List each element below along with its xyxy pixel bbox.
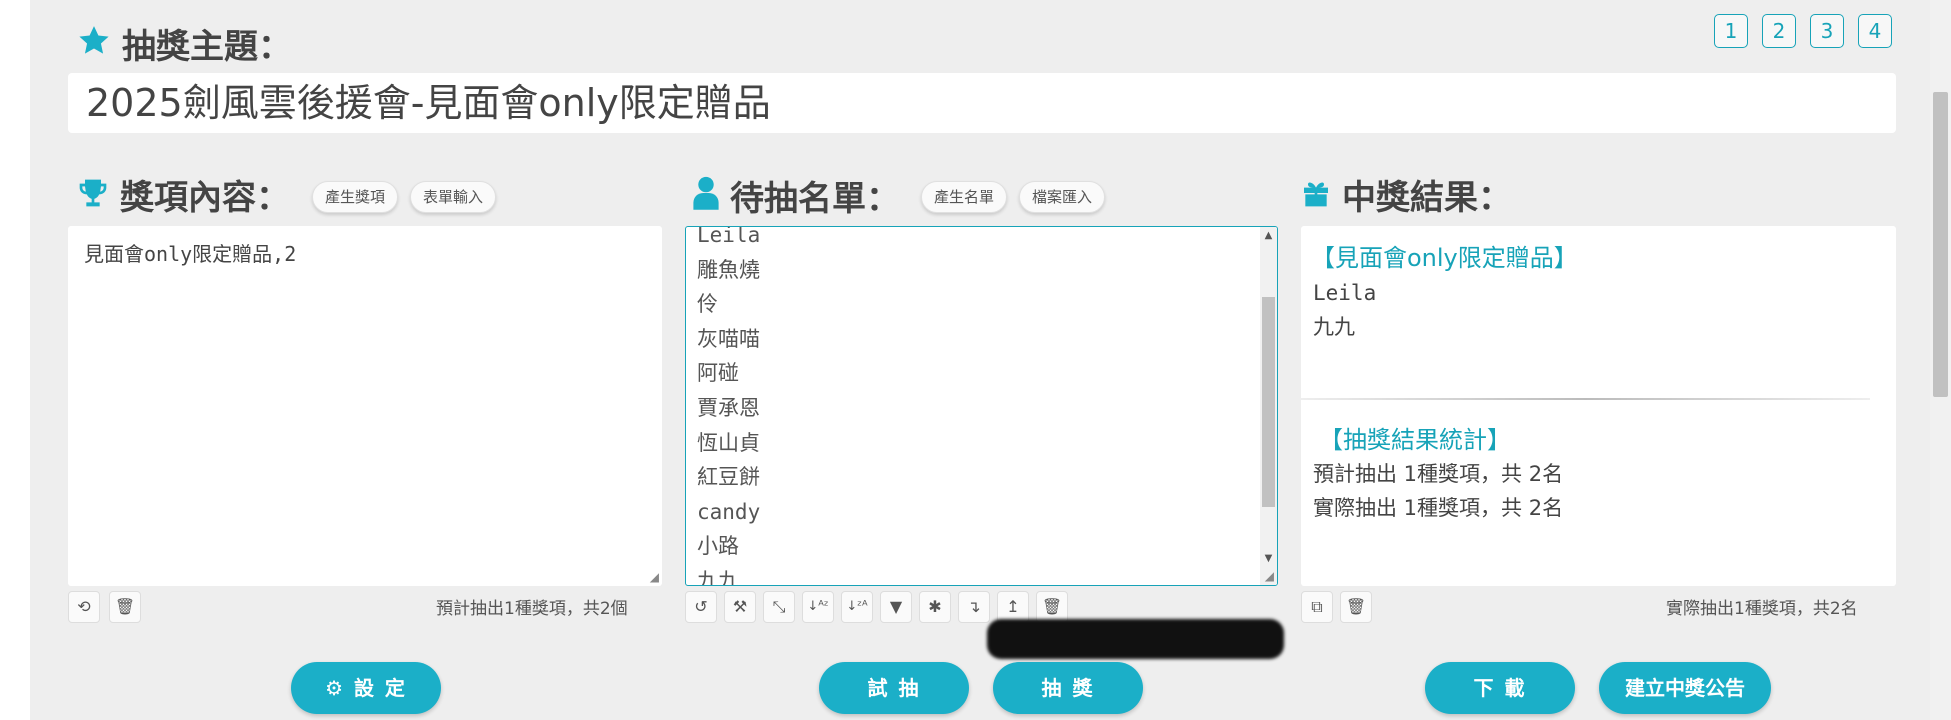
topic-heading: 抽獎主題： bbox=[122, 26, 292, 67]
gear-icon: ⚙ bbox=[325, 676, 345, 700]
list-item: 伶 bbox=[697, 292, 718, 317]
stats-actual: 實際抽出 1種獎項，共 2名 bbox=[1313, 496, 1564, 520]
prizes-heading: 獎項內容： bbox=[120, 178, 290, 218]
winner-item: Leila bbox=[1313, 281, 1377, 305]
list-item: Leila bbox=[697, 226, 761, 247]
results-heading: 中獎結果： bbox=[1342, 178, 1512, 218]
stats-expected: 預計抽出 1種獎項，共 2名 bbox=[1313, 462, 1564, 486]
names-heading-row: 待抽名單： bbox=[692, 176, 900, 221]
copy-icon[interactable]: ⧉ bbox=[1301, 591, 1333, 623]
page-button-2[interactable]: 2 bbox=[1762, 14, 1796, 48]
download-button[interactable]: 下 載 bbox=[1425, 662, 1575, 714]
arrow-down-icon[interactable]: ↴ bbox=[958, 591, 990, 623]
topic-heading-row: 抽獎主題： bbox=[76, 24, 292, 69]
list-item: 小路 bbox=[697, 534, 739, 559]
results-panel: 【見面會only限定贈品】 Leila 九九 【抽獎結果統計】 預計抽出 1種獎… bbox=[1301, 226, 1896, 586]
names-scrollbar[interactable]: ▲ ▼ bbox=[1260, 227, 1277, 585]
topic-input[interactable]: 2025劍風雲後援會-見面會only限定贈品 bbox=[68, 73, 1896, 133]
list-item: 紅豆餅 bbox=[697, 465, 760, 490]
results-summary: 實際抽出1種獎項，共2名 bbox=[1666, 599, 1858, 619]
list-item: 九九 bbox=[697, 568, 739, 586]
compress-icon[interactable]: ⤡ bbox=[763, 591, 795, 623]
page-scrollbar-thumb[interactable] bbox=[1933, 92, 1948, 397]
magic-wand-icon[interactable]: ⚒ bbox=[724, 591, 756, 623]
list-item: 賈承恩 bbox=[697, 395, 760, 420]
settings-label: 設 定 bbox=[353, 676, 407, 700]
divider bbox=[1300, 398, 1870, 400]
generate-prizes-button[interactable]: 產生獎項 bbox=[312, 181, 399, 213]
winner-item: 九九 bbox=[1313, 315, 1355, 339]
undo-icon[interactable]: ↺ bbox=[685, 591, 717, 623]
list-item: candy bbox=[697, 499, 761, 524]
resize-handle-icon[interactable]: ◢ bbox=[1265, 569, 1274, 583]
page-button-3[interactable]: 3 bbox=[1810, 14, 1844, 48]
form-input-button[interactable]: 表單輸入 bbox=[410, 181, 497, 213]
sort-ascending-icon[interactable]: ↓ᴬᶻ bbox=[802, 591, 834, 623]
trash-icon[interactable]: 🗑 bbox=[1340, 591, 1372, 623]
filter-icon[interactable]: ▼ bbox=[880, 591, 912, 623]
prizes-heading-row: 獎項內容： bbox=[76, 176, 290, 220]
settings-button[interactable]: ⚙ 設 定 bbox=[291, 662, 441, 714]
names-heading: 待抽名單： bbox=[730, 178, 900, 219]
redaction-mark bbox=[987, 619, 1284, 659]
scroll-down-icon[interactable]: ▼ bbox=[1260, 550, 1277, 567]
generate-names-button[interactable]: 產生名單 bbox=[921, 181, 1008, 213]
gift-icon bbox=[1300, 176, 1332, 220]
list-item: 恆山貞 bbox=[697, 430, 760, 455]
sort-descending-icon[interactable]: ↓ᶻᴬ bbox=[841, 591, 873, 623]
list-item: 雕魚燒 bbox=[697, 257, 760, 282]
star-icon bbox=[76, 24, 112, 69]
names-scrollbar-thumb[interactable] bbox=[1262, 297, 1275, 507]
resize-handle-icon[interactable]: ◢ bbox=[650, 570, 659, 584]
results-heading-row: 中獎結果： bbox=[1300, 176, 1512, 220]
stats-header: 【抽獎結果統計】 bbox=[1319, 426, 1511, 454]
list-item: 阿碰 bbox=[697, 361, 739, 386]
draw-button[interactable]: 抽 獎 bbox=[993, 662, 1143, 714]
prizes-content: 見面會only限定贈品,2 bbox=[84, 242, 297, 266]
trophy-icon bbox=[76, 176, 110, 220]
create-announcement-button[interactable]: 建立中獎公告 bbox=[1599, 662, 1771, 714]
trial-draw-button[interactable]: 試 抽 bbox=[819, 662, 969, 714]
list-item: 灰喵喵 bbox=[697, 326, 760, 351]
repeat-icon[interactable]: ⟲ bbox=[68, 591, 100, 623]
asterisk-icon[interactable]: ✱ bbox=[919, 591, 951, 623]
page-scrollbar[interactable] bbox=[1930, 0, 1951, 720]
prizes-textarea[interactable]: 見面會only限定贈品,2 ◢ bbox=[68, 226, 662, 586]
import-file-button[interactable]: 檔案匯入 bbox=[1019, 181, 1106, 213]
scroll-up-icon[interactable]: ▲ bbox=[1260, 227, 1277, 244]
names-textarea[interactable]: Leila 雕魚燒 伶 灰喵喵 阿碰 賈承恩 恆山貞 紅豆餅 candy 小路 … bbox=[685, 226, 1278, 586]
page-button-1[interactable]: 1 bbox=[1714, 14, 1748, 48]
prizes-summary: 預計抽出1種獎項，共2個 bbox=[436, 599, 628, 619]
result-prize-header: 【見面會only限定贈品】 bbox=[1311, 244, 1578, 272]
trash-icon[interactable]: 🗑 bbox=[109, 591, 141, 623]
user-icon bbox=[692, 176, 720, 221]
page-button-4[interactable]: 4 bbox=[1858, 14, 1892, 48]
